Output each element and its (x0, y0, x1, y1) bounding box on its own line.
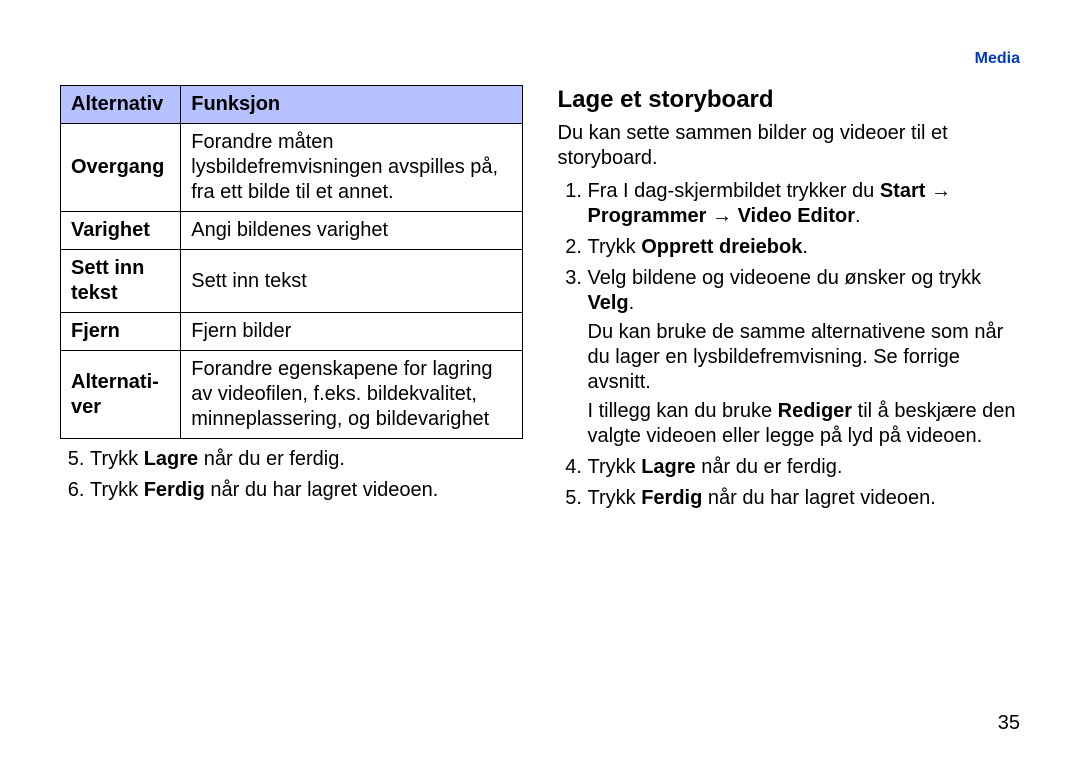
list-item: Trykk Lagre når du er ferdig. (90, 447, 523, 472)
text: Trykk (588, 236, 642, 258)
text: når du har lagret videoen. (702, 487, 936, 509)
text-bold: Video Editor (738, 205, 855, 227)
text-bold: Lagre (144, 448, 198, 470)
text: Trykk (588, 487, 642, 509)
sub-paragraph: I tillegg kan du bruke Rediger til å bes… (588, 399, 1021, 449)
cell-option: Varighet (61, 212, 181, 250)
list-item: Fra I dag-skjermbildet trykker du Start … (588, 179, 1021, 229)
cell-function: Fjern bilder (181, 313, 522, 351)
table-row: Varighet Angi bildenes varighet (61, 212, 523, 250)
text-bold: Ferdig (144, 479, 205, 501)
list-item: Trykk Opprett dreiebok. (588, 235, 1021, 260)
cell-option: Alternati-ver (61, 351, 181, 439)
th-alternativ: Alternativ (61, 86, 181, 124)
cell-function: Sett inn tekst (181, 250, 522, 313)
text: når du er ferdig. (696, 456, 843, 478)
text: Trykk (90, 479, 144, 501)
text-bold: Opprett dreiebok (641, 236, 802, 258)
text: → (706, 205, 737, 227)
page: Media Alternativ Funksjon Overgang Foran… (0, 0, 1080, 765)
left-steps-list: Trykk Lagre når du er ferdig. Trykk Ferd… (60, 447, 523, 503)
cell-option: Fjern (61, 313, 181, 351)
cell-function: Angi bildenes varighet (181, 212, 522, 250)
options-table: Alternativ Funksjon Overgang Forandre må… (60, 85, 523, 439)
text: Trykk (90, 448, 144, 470)
text: Trykk (588, 456, 642, 478)
list-item: Velg bildene og videoene du ønsker og tr… (588, 266, 1021, 449)
text: . (855, 205, 861, 227)
intro-text: Du kan sette sammen bilder og videoer ti… (558, 121, 1021, 171)
sub-paragraph: Du kan bruke de samme alternativene som … (588, 320, 1021, 395)
text-bold: Rediger (778, 400, 852, 422)
cell-function: Forandre egenskapene for lagring av vide… (181, 351, 522, 439)
th-funksjon: Funksjon (181, 86, 522, 124)
right-column: Lage et storyboard Du kan sette sammen b… (558, 85, 1021, 517)
text: Fra I dag-skjermbildet trykker du (588, 180, 880, 202)
text-bold: Programmer (588, 205, 707, 227)
section-header: Media (975, 50, 1020, 68)
table-row: Sett inn tekst Sett inn tekst (61, 250, 523, 313)
list-item: Trykk Ferdig når du har lagret videoen. (588, 486, 1021, 511)
right-steps-list: Fra I dag-skjermbildet trykker du Start … (558, 179, 1021, 511)
text: . (629, 292, 635, 314)
text-bold: Start (880, 180, 926, 202)
table-row: Alternati-ver Forandre egenskapene for l… (61, 351, 523, 439)
text: I tillegg kan du bruke (588, 400, 778, 422)
cell-function: Forandre måten lysbildefremvisningen avs… (181, 124, 522, 212)
section-heading: Lage et storyboard (558, 85, 1021, 115)
cell-option: Overgang (61, 124, 181, 212)
list-item: Trykk Lagre når du er ferdig. (588, 455, 1021, 480)
text-bold: Ferdig (641, 487, 702, 509)
text-bold: Velg (588, 292, 629, 314)
text: når du har lagret videoen. (205, 479, 439, 501)
text: → (925, 180, 951, 202)
page-number: 35 (998, 712, 1020, 735)
text-bold: Lagre (641, 456, 695, 478)
two-column-layout: Alternativ Funksjon Overgang Forandre må… (60, 85, 1020, 517)
table-row: Fjern Fjern bilder (61, 313, 523, 351)
text: . (802, 236, 808, 258)
table-header-row: Alternativ Funksjon (61, 86, 523, 124)
text: Velg bildene og videoene du ønsker og tr… (588, 267, 982, 289)
cell-option: Sett inn tekst (61, 250, 181, 313)
table-row: Overgang Forandre måten lysbildefremvisn… (61, 124, 523, 212)
text: når du er ferdig. (198, 448, 345, 470)
list-item: Trykk Ferdig når du har lagret videoen. (90, 478, 523, 503)
left-column: Alternativ Funksjon Overgang Forandre må… (60, 85, 523, 517)
